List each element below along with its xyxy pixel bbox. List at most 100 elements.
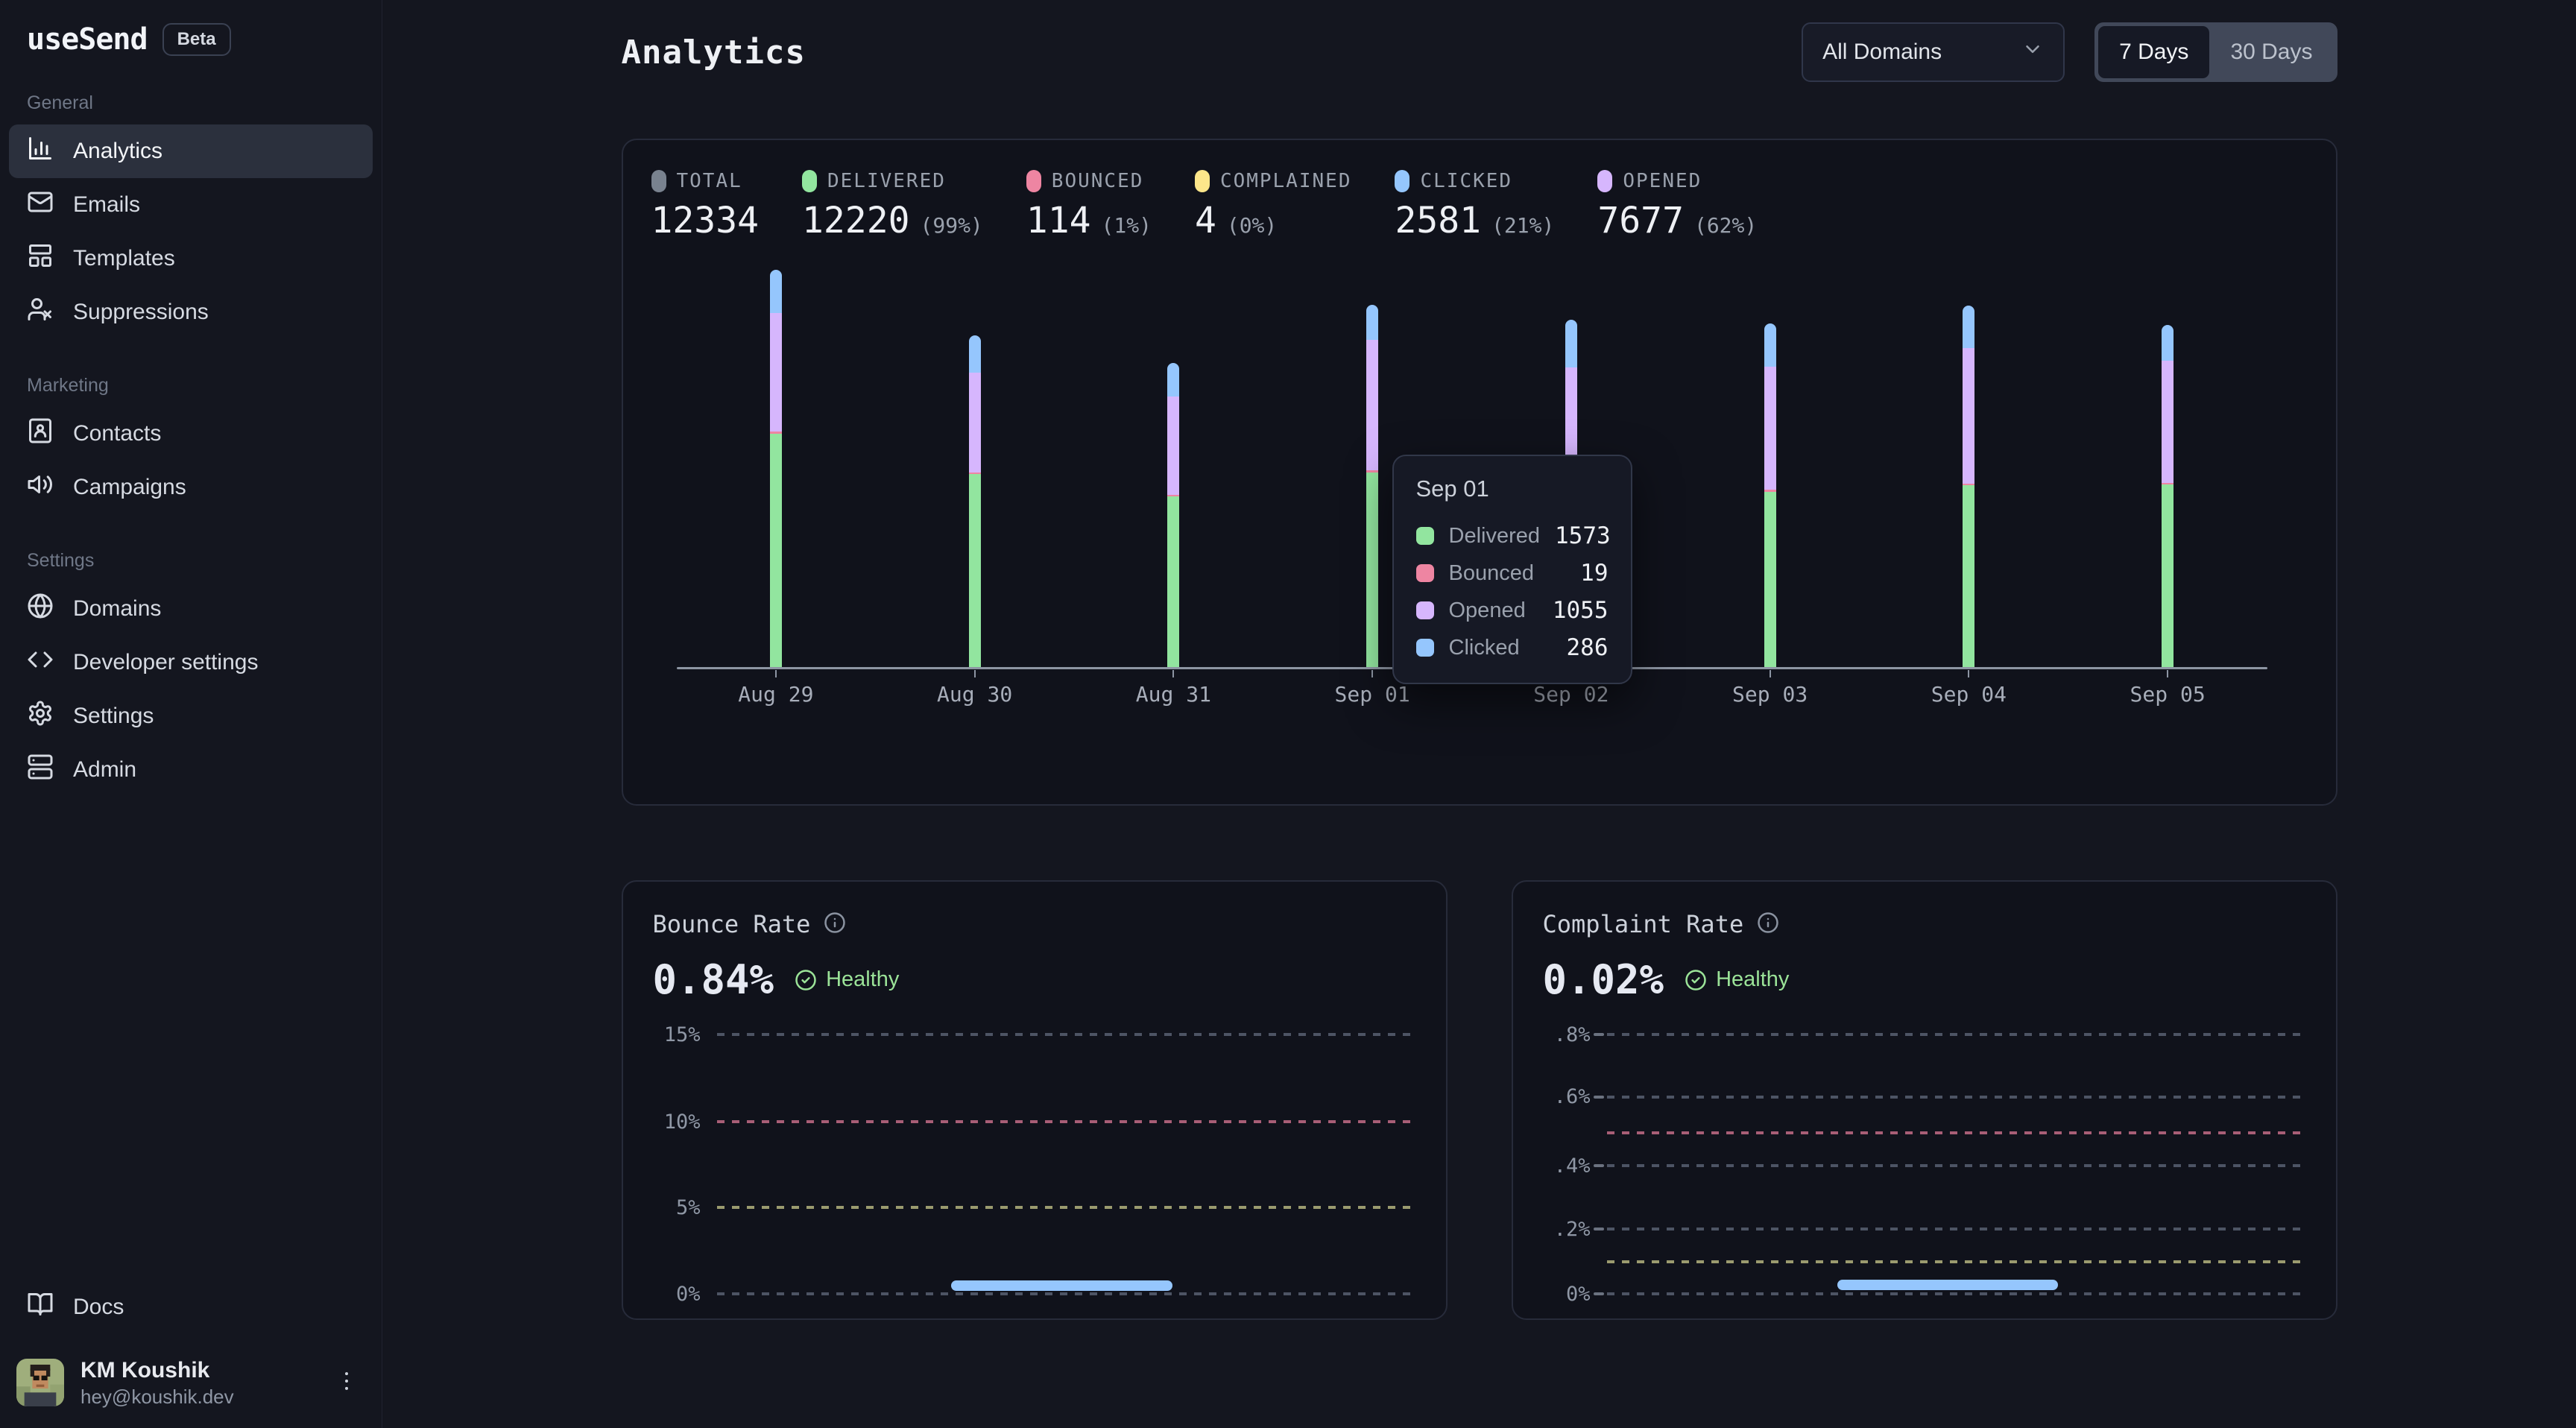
header-controls: All Domains 7 Days30 Days	[1802, 22, 2337, 82]
bar-segment-delivered	[1167, 496, 1179, 667]
tooltip-value: 286	[1567, 634, 1609, 661]
range-button-30-days[interactable]: 30 Days	[2209, 26, 2333, 78]
sidebar-spacer	[9, 833, 373, 1280]
domain-filter-value: All Domains	[1822, 40, 1942, 65]
bar-aug-31[interactable]	[1074, 259, 1273, 667]
range-button-7-days[interactable]: 7 Days	[2098, 26, 2209, 78]
stacked-bar	[1167, 363, 1179, 667]
bar-segment-opened	[1764, 367, 1776, 490]
bar-sep-03[interactable]	[1670, 259, 1869, 667]
stat-dot	[1395, 170, 1409, 192]
y-tick-label: .4%	[1543, 1154, 1591, 1178]
nav-section-settings: SettingsDomainsDeveloper settingsSetting…	[9, 550, 373, 797]
info-icon	[1757, 912, 1779, 934]
sidebar-item-contacts[interactable]: Contacts	[9, 407, 373, 461]
ellipsis-vertical-icon	[334, 1368, 359, 1394]
info-icon[interactable]	[824, 912, 846, 938]
stacked-bar	[770, 270, 782, 667]
stat-label: DELIVERED	[827, 170, 946, 192]
bar-segment-opened	[2162, 361, 2174, 483]
chevron-down-icon	[2021, 38, 2044, 60]
code-icon	[27, 646, 54, 679]
tooltip-label: Clicked	[1449, 636, 1520, 660]
contact-book-icon	[27, 417, 54, 444]
stat-value: 114	[1026, 200, 1091, 241]
stat-dot	[802, 170, 817, 192]
rate-card-title: Bounce Rate	[653, 910, 811, 938]
stat-label: OPENED	[1623, 170, 1702, 192]
stat-percent: (62%)	[1694, 213, 1757, 238]
domain-filter-select[interactable]: All Domains	[1802, 22, 2065, 82]
stat-delivered: DELIVERED12220(99%)	[802, 170, 983, 241]
info-icon	[824, 912, 846, 934]
rate-data-line	[1837, 1280, 2057, 1290]
sidebar-item-label: Templates	[73, 246, 175, 271]
sidebar-item-suppressions[interactable]: Suppressions	[9, 285, 373, 339]
sidebar-item-emails[interactable]: Emails	[9, 178, 373, 232]
stat-value: 7677	[1597, 200, 1684, 241]
check-circle-icon	[795, 969, 817, 991]
status-badge: Healthy	[1685, 967, 1789, 992]
tooltip-row-delivered: Delivered1573	[1416, 517, 1609, 555]
tooltip-label: Bounced	[1449, 561, 1535, 586]
status-label: Healthy	[826, 967, 899, 992]
sidebar-item-domains[interactable]: Domains	[9, 582, 373, 636]
bar-sep-04[interactable]	[1869, 259, 2068, 667]
y-tick-mark	[1591, 1164, 1607, 1167]
bar-sep-05[interactable]	[2068, 259, 2267, 667]
rate-plot: 15%10%5%0%	[653, 1034, 1416, 1294]
sidebar-item-settings[interactable]: Settings	[9, 689, 373, 743]
bar-segment-clicked	[1565, 320, 1577, 368]
sidebar-item-templates[interactable]: Templates	[9, 232, 373, 285]
stacked-bar	[1764, 323, 1776, 667]
user-menu-button[interactable]	[328, 1362, 365, 1403]
megaphone-icon	[27, 471, 54, 504]
bar-segment-clicked	[1167, 363, 1179, 397]
bar-segment-delivered	[1963, 485, 1974, 667]
stat-dot	[1195, 170, 1210, 192]
gridline-warning	[1543, 1251, 2306, 1273]
bar-aug-30[interactable]	[875, 259, 1074, 667]
user-name: KM Koushik	[80, 1356, 234, 1385]
y-tick-label: .6%	[1543, 1085, 1591, 1108]
main-area: Analytics All Domains 7 Days30 Days TOTA…	[382, 0, 2576, 1428]
sidebar-item-campaigns[interactable]: Campaigns	[9, 461, 373, 514]
y-tick-mark	[1591, 1033, 1607, 1036]
bar-segment-opened	[969, 373, 981, 473]
gridline-dashes	[1607, 1292, 2306, 1295]
date-range-toggle: 7 Days30 Days	[2094, 22, 2337, 82]
y-tick-label: 0%	[653, 1283, 701, 1306]
tooltip-label: Delivered	[1449, 524, 1541, 549]
gridline-dashes	[1607, 1096, 2306, 1099]
chart-tooltip: Sep 01 Delivered1573Bounced19Opened1055C…	[1392, 455, 1632, 684]
book-open-icon	[27, 1291, 54, 1324]
stat-label: COMPLAINED	[1220, 170, 1352, 192]
bar-aug-29[interactable]	[677, 259, 876, 667]
stat-percent: (0%)	[1227, 213, 1277, 238]
status-badge: Healthy	[795, 967, 899, 992]
sidebar: useSend Beta GeneralAnalyticsEmailsTempl…	[0, 0, 382, 1428]
rate-value: 0.02%	[1543, 956, 1664, 1003]
stat-value: 2581	[1395, 200, 1481, 241]
stats-row: TOTAL12334DELIVERED12220(99%)BOUNCED114(…	[647, 170, 2312, 241]
user-menu[interactable]: KM Koushik hey@koushik.dev	[9, 1356, 373, 1409]
info-icon[interactable]	[1757, 912, 1779, 938]
bounce-rate-card: Bounce Rate0.84%Healthy15%10%5%0%	[622, 880, 1448, 1320]
y-tick-label: 10%	[653, 1111, 701, 1134]
stat-label: CLICKED	[1420, 170, 1512, 192]
gridline-dashes	[717, 1206, 1416, 1209]
sidebar-item-docs[interactable]: Docs	[9, 1280, 373, 1334]
y-tick-mark	[1591, 1292, 1607, 1295]
globe-icon	[27, 593, 54, 619]
sidebar-item-analytics[interactable]: Analytics	[9, 124, 373, 178]
stat-percent: (99%)	[921, 213, 983, 238]
stat-clicked: CLICKED2581(21%)	[1395, 170, 1554, 241]
sidebar-item-developer-settings[interactable]: Developer settings	[9, 636, 373, 689]
rate-cards-row: Bounce Rate0.84%Healthy15%10%5%0% Compla…	[622, 880, 2337, 1320]
sidebar-item-admin[interactable]: Admin	[9, 743, 373, 797]
sidebar-item-label: Analytics	[73, 139, 162, 164]
tooltip-value: 1055	[1553, 597, 1609, 624]
bar-segment-delivered	[2162, 484, 2174, 667]
page-title: Analytics	[622, 34, 806, 72]
megaphone-icon	[27, 471, 54, 498]
